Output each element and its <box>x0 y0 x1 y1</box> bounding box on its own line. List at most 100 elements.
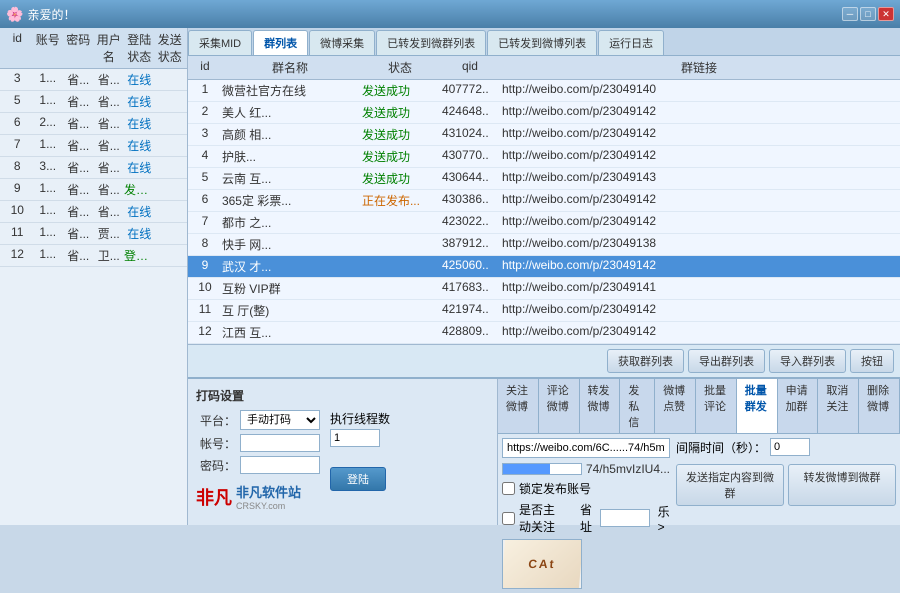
left-table-row[interactable]: 51...省...省...在线 <box>0 91 187 113</box>
fix-publish-label: 锁定发布账号 <box>519 480 591 497</box>
app-icon: 🌸 <box>6 6 23 23</box>
left-panel: id 账号 密码 用户名 登陆状态 发送状态 31...省...省...在线51… <box>0 28 188 525</box>
logo-text: 非凡软件站 <box>236 482 301 501</box>
title-bar: 🌸 亲爱的！ ─ □ ✕ <box>0 0 900 28</box>
group-table-row[interactable]: 8快手 网...387912..http://weibo.com/p/23049… <box>188 234 900 256</box>
top-tab-运行日志[interactable]: 运行日志 <box>598 30 664 55</box>
left-table-row[interactable]: 71...省...省...在线 <box>0 135 187 157</box>
account-input[interactable] <box>240 434 320 452</box>
password-label: 密码： <box>196 457 236 474</box>
bottom-tab-关注微博[interactable]: 关注微博 <box>498 379 539 433</box>
url-input[interactable] <box>502 438 670 458</box>
bottom-tab-申请加群[interactable]: 申请加群 <box>778 379 819 433</box>
left-table-row[interactable]: 31...省...省...在线 <box>0 69 187 91</box>
joy-text: 乐> <box>658 503 670 534</box>
main-area: id 账号 密码 用户名 登陆状态 发送状态 31...省...省...在线51… <box>0 28 900 525</box>
fix-publish-checkbox[interactable] <box>502 482 515 495</box>
bottom-tab-微博点赞[interactable]: 微博点赞 <box>655 379 696 433</box>
account-label: 帐号： <box>196 435 236 452</box>
group-table-row[interactable]: 6365定 彩票...正在发布...430386..http://weibo.c… <box>188 190 900 212</box>
col-send: 发送状态 <box>155 31 186 65</box>
logo-sub: CRSKY.com <box>236 501 301 511</box>
group-table-row[interactable]: 11互 厅(整)421974..http://weibo.com/p/23049… <box>188 300 900 322</box>
bottom-content-left: 74/h5mvIzIU4... 锁定发布账号 是否主动关注 省址 乐> <box>502 438 670 589</box>
platform-label: 平台： <box>196 412 236 429</box>
col-account: 账号 <box>33 31 64 65</box>
send-button[interactable]: 按钮 <box>850 349 894 373</box>
group-table-row[interactable]: 9武汉 才...425060..http://weibo.com/p/23049… <box>188 256 900 278</box>
group-table-row[interactable]: 3高颜 相...发送成功431024..http://weibo.com/p/2… <box>188 124 900 146</box>
bottom-content: 74/h5mvIzIU4... 锁定发布账号 是否主动关注 省址 乐> <box>498 434 900 593</box>
minimize-button[interactable]: ─ <box>842 7 858 21</box>
group-table-row[interactable]: 10互粉 VIP群417683..http://weibo.com/p/2304… <box>188 278 900 300</box>
gcol-status: 状态 <box>360 59 440 76</box>
group-table-row[interactable]: 4护肤...发送成功430770..http://weibo.com/p/230… <box>188 146 900 168</box>
left-table-header: id 账号 密码 用户名 登陆状态 发送状态 <box>0 28 187 69</box>
left-table-row[interactable]: 121...省...卫...登陆成功 <box>0 245 187 267</box>
top-tab-采集MID[interactable]: 采集MID <box>188 30 252 55</box>
group-table-row[interactable]: 7都市 之...423022..http://weibo.com/p/23049… <box>188 212 900 234</box>
maximize-button[interactable]: □ <box>860 7 876 21</box>
fetch-list-button[interactable]: 获取群列表 <box>607 349 684 373</box>
group-table-row[interactable]: 2美人 红...发送成功424648..http://weibo.com/p/2… <box>188 102 900 124</box>
password-input[interactable] <box>240 456 320 474</box>
bottom-section: 打码设置 平台： 手动打码 自动打码 帐号： <box>188 377 900 525</box>
gcol-qid: qid <box>440 59 500 76</box>
captcha-text: CAt <box>528 557 557 571</box>
logo-area: 非凡 非凡软件站 CRSKY.com <box>196 482 301 511</box>
bottom-tab-批量评论[interactable]: 批量评论 <box>696 379 737 433</box>
bottom-tab-发私信[interactable]: 发私信 <box>620 379 655 433</box>
export-list-button[interactable]: 导出群列表 <box>688 349 765 373</box>
left-table-row[interactable]: 83...省...省...在线 <box>0 157 187 179</box>
right-panel: 采集MID群列表微博采集已转发到微群列表已转发到微博列表运行日志 id 群名称 … <box>188 28 900 525</box>
bottom-tab-取消关注[interactable]: 取消关注 <box>818 379 859 433</box>
top-tabs: 采集MID群列表微博采集已转发到微群列表已转发到微博列表运行日志 <box>188 28 900 56</box>
progress-bar <box>502 463 582 475</box>
delay-input[interactable] <box>770 438 810 456</box>
left-table-body: 31...省...省...在线51...省...省...在线62...省...省… <box>0 69 187 525</box>
title-bar-left: 🌸 亲爱的！ <box>6 6 75 23</box>
group-table-row[interactable]: 5云南 互...发送成功430644..http://weibo.com/p/2… <box>188 168 900 190</box>
bottom-right-panel: 关注微博评论微博转发微博发私信微博点赞批量评论批量群发申请加群取消关注删除微博 … <box>498 379 900 525</box>
col-pwd: 密码 <box>63 31 94 65</box>
bottom-tab-删除微博[interactable]: 删除微博 <box>859 379 900 433</box>
top-tab-已转发到微博列表[interactable]: 已转发到微博列表 <box>487 30 597 55</box>
close-button[interactable]: ✕ <box>878 7 894 21</box>
dama-title: 打码设置 <box>196 387 489 404</box>
login-button[interactable]: 登陆 <box>330 467 386 491</box>
delay-row: 间隔时间（秒）： <box>676 438 896 456</box>
fix-publish-row: 锁定发布账号 <box>502 480 670 497</box>
group-table-row[interactable]: 12江西 互...428809..http://weibo.com/p/2304… <box>188 322 900 344</box>
captcha-image: CAt <box>502 540 582 588</box>
top-tab-已转发到微群列表[interactable]: 已转发到微群列表 <box>376 30 486 55</box>
progress-area: 74/h5mvIzIU4... <box>502 462 670 476</box>
col-user: 用户名 <box>94 31 125 65</box>
platform-select[interactable]: 手动打码 自动打码 <box>240 410 320 430</box>
group-table-row[interactable]: 1微营社官方在线发送成功407772..http://weibo.com/p/2… <box>188 80 900 102</box>
thread-label: 执行线程数 <box>330 410 390 427</box>
import-list-button[interactable]: 导入群列表 <box>769 349 846 373</box>
title-bar-controls: ─ □ ✕ <box>842 7 894 21</box>
group-table-body: 1微营社官方在线发送成功407772..http://weibo.com/p/2… <box>188 80 900 344</box>
progress-bar-inner <box>503 464 550 474</box>
top-tab-微博采集[interactable]: 微博采集 <box>309 30 375 55</box>
top-tab-群列表[interactable]: 群列表 <box>253 30 308 55</box>
left-table-row[interactable]: 91...省...省...发送成功 <box>0 179 187 201</box>
progress-text: 74/h5mvIzIU4... <box>586 462 670 476</box>
bottom-tab-评论微博[interactable]: 评论微博 <box>539 379 580 433</box>
auto-follow-checkbox[interactable] <box>502 512 515 525</box>
left-table-row[interactable]: 62...省...省...在线 <box>0 113 187 135</box>
send-to-group-button[interactable]: 发送指定内容到微群 <box>676 464 784 506</box>
bottom-tab-转发微博[interactable]: 转发微博 <box>580 379 621 433</box>
bottom-tab-批量群发[interactable]: 批量群发 <box>737 379 778 433</box>
app-title: 亲爱的！ <box>27 6 75 23</box>
group-area: id 群名称 状态 qid 群链接 1微营社官方在线发送成功407772..ht… <box>188 56 900 377</box>
captcha-area: CAt <box>502 539 582 589</box>
group-table-header: id 群名称 状态 qid 群链接 <box>188 56 900 80</box>
left-table-row[interactable]: 101...省...省...在线 <box>0 201 187 223</box>
gcol-link: 群链接 <box>500 59 898 76</box>
forward-to-group-button[interactable]: 转发微博到微群 <box>788 464 896 506</box>
thread-input[interactable] <box>330 429 380 447</box>
left-table-row[interactable]: 111...省...贾...在线 <box>0 223 187 245</box>
province-input[interactable] <box>600 509 650 527</box>
